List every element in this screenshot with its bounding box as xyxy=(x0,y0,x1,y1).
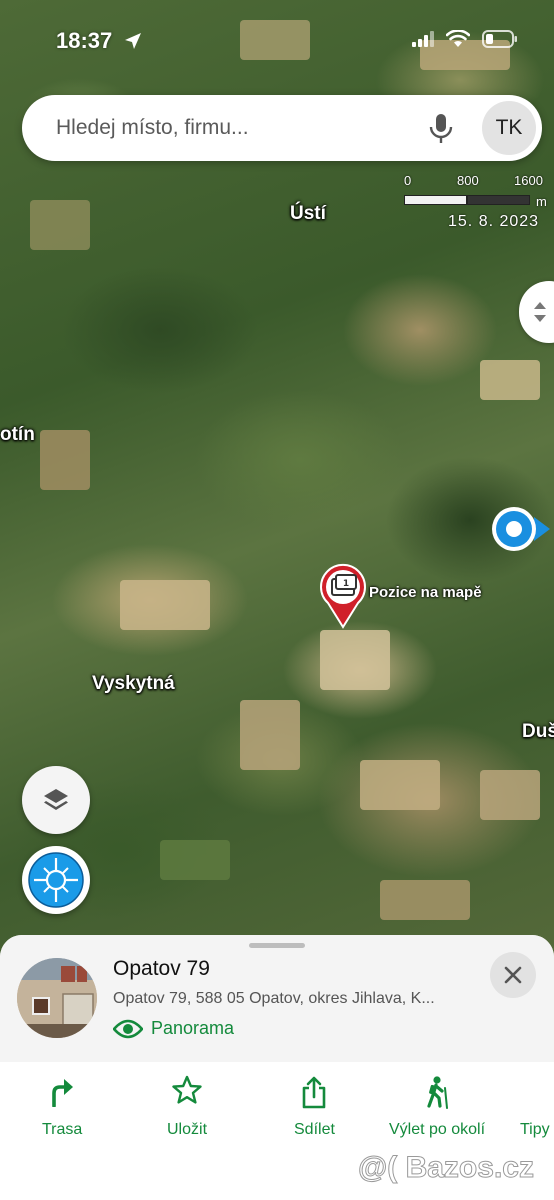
share-icon xyxy=(303,1076,326,1109)
scale-tick-2: 1600 xyxy=(514,173,543,188)
save-label: Uložit xyxy=(167,1121,208,1138)
close-icon xyxy=(504,966,522,984)
house-photo-icon xyxy=(17,958,97,1038)
star-icon xyxy=(172,1075,202,1104)
save-button[interactable]: Uložit xyxy=(167,1075,207,1139)
map-field xyxy=(160,840,230,880)
map-field xyxy=(240,20,310,60)
place-label-dus: Duš xyxy=(522,721,554,742)
panorama-label: Panorama xyxy=(151,1018,235,1038)
close-button[interactable] xyxy=(490,952,536,998)
my-location-icon[interactable] xyxy=(490,505,554,553)
map-scale: 0 800 1600 m 15. 8. 2023 xyxy=(402,173,548,233)
svg-text:1: 1 xyxy=(343,579,349,589)
place-title: Opatov 79 xyxy=(113,957,210,980)
share-label: Sdílet xyxy=(294,1121,335,1138)
place-label-otin: otín xyxy=(0,424,35,445)
user-avatar[interactable]: TK xyxy=(482,101,536,155)
place-photo[interactable] xyxy=(17,958,97,1038)
hiker-icon xyxy=(427,1076,449,1109)
battery-icon xyxy=(482,30,517,48)
scale-tick-1: 800 xyxy=(457,173,479,188)
wifi-icon xyxy=(446,30,470,47)
tips-button[interactable]: Tipy xyxy=(520,1075,550,1139)
imagery-date: 15. 8. 2023 xyxy=(448,213,540,230)
chevron-up-down-icon xyxy=(534,302,546,322)
share-button[interactable]: Sdílet xyxy=(294,1075,335,1139)
map-field xyxy=(360,760,440,810)
action-bar: Trasa Uložit Sdílet Výlet po okolí Tipy xyxy=(0,1075,554,1145)
microphone-icon[interactable] xyxy=(428,113,454,145)
scale-bar-dark xyxy=(467,195,530,205)
scale-bar-light xyxy=(404,195,467,205)
route-arrow-icon xyxy=(52,1079,74,1107)
location-arrow-icon xyxy=(125,33,141,49)
panorama-link[interactable]: Panorama xyxy=(113,1018,234,1039)
route-button[interactable]: Trasa xyxy=(42,1075,82,1139)
status-icons xyxy=(412,30,518,48)
status-time: 18:37 xyxy=(56,28,113,53)
watermark: @( Bazos.cz xyxy=(358,1151,535,1185)
compass-button[interactable] xyxy=(22,846,90,914)
map-pin-icon[interactable]: 1 xyxy=(318,563,368,629)
map-field xyxy=(480,770,540,820)
sheet-drag-handle[interactable] xyxy=(249,943,305,948)
search-bar[interactable]: TK xyxy=(22,95,542,161)
map-field xyxy=(40,430,90,490)
map-field xyxy=(380,880,470,920)
place-address: Opatov 79, 588 05 Opatov, okres Jihlava,… xyxy=(113,990,435,1007)
map-field xyxy=(480,360,540,400)
pin-label: Pozice na mapě xyxy=(369,584,482,601)
place-label-vyskytna: Vyskytná xyxy=(92,673,175,694)
signal-icon xyxy=(412,31,434,47)
eye-icon xyxy=(113,1019,143,1038)
map-field xyxy=(120,580,210,630)
layers-button[interactable] xyxy=(22,766,90,834)
search-input[interactable] xyxy=(56,111,416,145)
map-field xyxy=(240,700,300,770)
map-field xyxy=(320,630,390,690)
place-label-usti: Ústí xyxy=(290,203,326,224)
trip-label: Výlet po okolí xyxy=(389,1121,486,1138)
map-field xyxy=(30,200,90,250)
route-label: Trasa xyxy=(42,1121,83,1138)
scale-unit: m xyxy=(536,194,547,209)
scale-tick-0: 0 xyxy=(404,173,412,188)
trip-button[interactable]: Výlet po okolí xyxy=(389,1075,485,1139)
tips-label: Tipy xyxy=(520,1121,550,1138)
layers-icon xyxy=(44,789,68,810)
compass-icon xyxy=(28,852,84,908)
